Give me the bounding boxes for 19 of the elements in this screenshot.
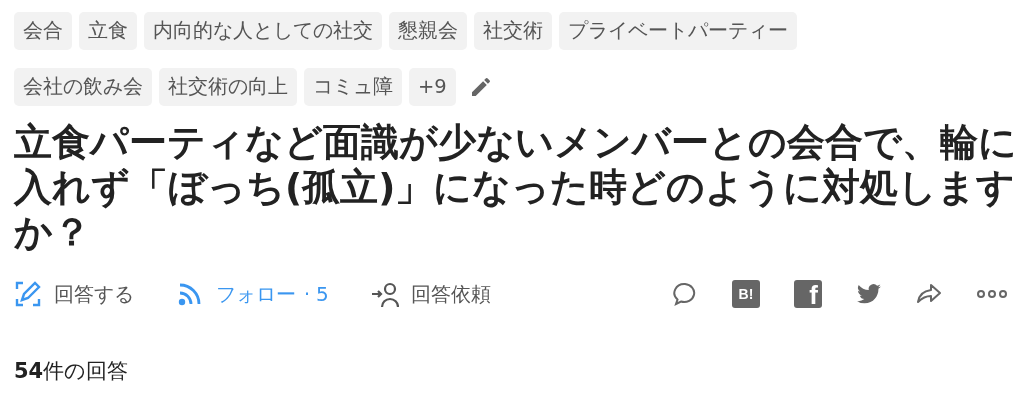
comment-icon[interactable] [672, 281, 698, 307]
topic-tag[interactable]: コミュ障 [304, 68, 402, 106]
topic-tag[interactable]: 会合 [14, 12, 72, 50]
topic-tag[interactable]: 内向的な人としての社交 [144, 12, 382, 50]
topic-tag[interactable]: 社交術の向上 [159, 68, 297, 106]
answer-count-heading: 54件の回答 [14, 358, 130, 385]
answer-button[interactable]: 回答する [14, 280, 134, 308]
bookmark-button[interactable]: B! [732, 280, 760, 308]
topic-tag[interactable]: 懇親会 [389, 12, 467, 50]
request-button[interactable]: 回答依頼 [370, 280, 491, 308]
edit-icon [14, 280, 42, 308]
topic-tag[interactable]: +9 [409, 68, 456, 106]
add-user-icon [370, 280, 399, 308]
topic-tag[interactable]: プライベートパーティー [559, 12, 797, 50]
topic-tag[interactable]: 会社の飲み会 [14, 68, 152, 106]
topic-tag[interactable]: 立食 [79, 12, 137, 50]
facebook-button[interactable]: f [794, 280, 822, 308]
topic-tag[interactable]: 社交術 [474, 12, 552, 50]
question-title: 立食パーティなど面識が少ないメンバーとの会合で、輪に入れず「ぼっち(孤立)」になった時どのように対処しますか？ [14, 120, 1018, 255]
